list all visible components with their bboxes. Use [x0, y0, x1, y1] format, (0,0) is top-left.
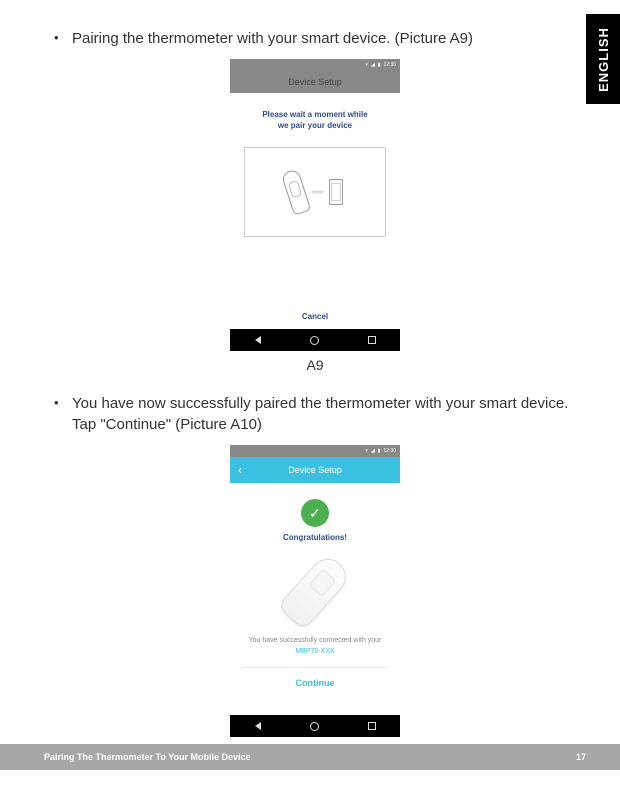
nav-bar — [230, 329, 400, 351]
bullet-item-2: • You have now successfully paired the t… — [54, 393, 576, 435]
screen-a10: ‹ Device Setup ✓ Congratulations! You ha… — [230, 457, 400, 715]
pairing-illustration: ››››››››› — [244, 147, 386, 237]
back-chevron-icon[interactable]: ‹ — [238, 463, 242, 477]
device-id: MBP70-XXX — [230, 648, 400, 655]
battery-icon: ▮ — [378, 62, 381, 68]
bullet-dot: • — [54, 393, 72, 435]
success-check-icon: ✓ — [301, 499, 329, 527]
page-content: • Pairing the thermometer with your smar… — [0, 0, 620, 759]
page-footer: Pairing The Thermometer To Your Mobile D… — [0, 744, 620, 770]
thermometer-tilt-icon — [277, 551, 353, 630]
nav-recent-icon[interactable] — [368, 336, 376, 344]
language-tab-label: ENGLISH — [596, 27, 611, 92]
figure-a10: ▾ ◢ ▮ 12:30 ‹ Device Setup ✓ Congratulat… — [54, 445, 576, 759]
bullet-text-1: Pairing the thermometer with your smart … — [72, 28, 576, 49]
cancel-button[interactable]: Cancel — [230, 304, 400, 329]
thermometer-icon — [281, 169, 312, 216]
language-tab: ENGLISH — [586, 14, 620, 104]
nav-recent-icon[interactable] — [368, 722, 376, 730]
screen-a9: Device Setup Please wait a moment while … — [230, 71, 400, 329]
nav-home-icon[interactable] — [310, 336, 319, 345]
footer-title: Pairing The Thermometer To Your Mobile D… — [44, 752, 251, 762]
thermometer-photo — [275, 556, 355, 626]
phone-mock-a10: ▾ ◢ ▮ 12:30 ‹ Device Setup ✓ Congratulat… — [230, 445, 400, 737]
bullet-dot: • — [54, 28, 72, 49]
continue-button[interactable]: Continue — [230, 668, 400, 698]
status-bar: ▾ ◢ ▮ 12:30 — [230, 445, 400, 457]
congrats-text: Congratulations! — [230, 533, 400, 542]
arrows-icon: ››››››››› — [311, 189, 323, 196]
nav-back-icon[interactable] — [255, 336, 261, 344]
signal-icon: ◢ — [371, 62, 375, 68]
status-bar: ▾ ◢ ▮ 12:30 — [230, 59, 400, 71]
success-message: You have successfully connected with you… — [230, 636, 400, 646]
header-title-a10: Device Setup — [288, 465, 342, 475]
screen-header-a9: Device Setup — [230, 71, 400, 93]
wait-message: Please wait a moment while we pair your … — [230, 93, 400, 141]
footer-page: 17 — [576, 752, 586, 762]
bullet-text-2: You have now successfully paired the the… — [72, 393, 576, 435]
status-time: 12:30 — [383, 62, 396, 68]
nav-home-icon[interactable] — [310, 722, 319, 731]
figure-label-a9: A9 — [306, 357, 323, 373]
nav-bar — [230, 715, 400, 737]
wifi-icon: ▾ — [365, 62, 368, 68]
phone-mock-a9: ▾ ◢ ▮ 12:30 Device Setup Please wait a m… — [230, 59, 400, 351]
phone-icon — [329, 179, 343, 205]
signal-icon: ◢ — [371, 448, 375, 454]
nav-back-icon[interactable] — [255, 722, 261, 730]
status-time: 12:30 — [383, 448, 396, 454]
bullet-item-1: • Pairing the thermometer with your smar… — [54, 28, 576, 49]
figure-a9: ▾ ◢ ▮ 12:30 Device Setup Please wait a m… — [54, 59, 576, 373]
battery-icon: ▮ — [378, 448, 381, 454]
wifi-icon: ▾ — [365, 448, 368, 454]
screen-header-a10: ‹ Device Setup — [230, 457, 400, 483]
